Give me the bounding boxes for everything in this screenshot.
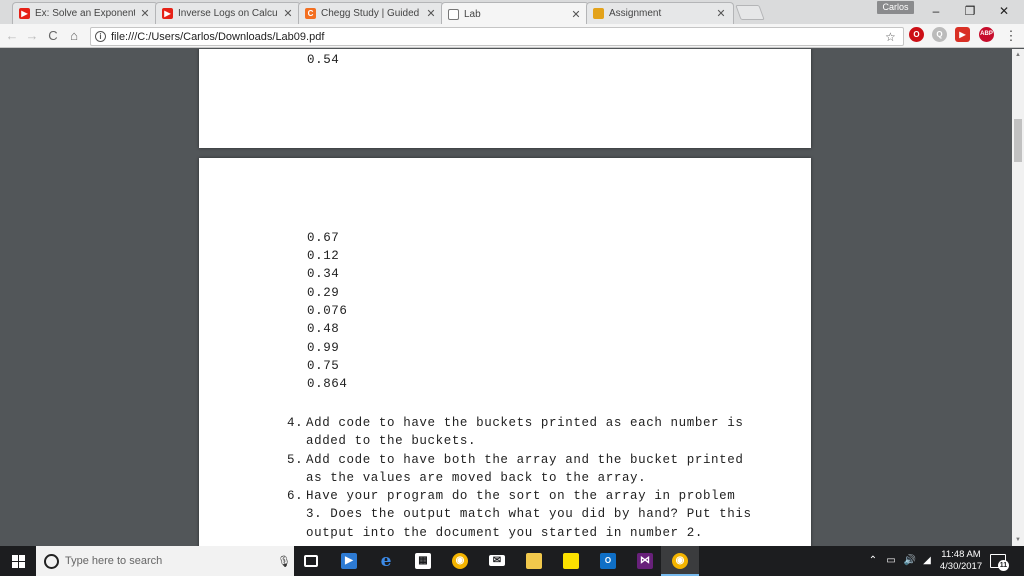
close-window-button[interactable]: ✕ (987, 0, 1021, 22)
item-text: Add code to have both the array and the … (306, 453, 744, 486)
data-value: 0.34 (307, 267, 340, 281)
address-bar[interactable]: i file:///C:/Users/Carlos/Downloads/Lab0… (90, 27, 904, 46)
data-value: 0.864 (307, 377, 348, 391)
scrollbar-thumb[interactable] (1014, 119, 1022, 162)
item-number: 4. (287, 416, 304, 430)
extension-play-icon[interactable]: ▶ (955, 27, 970, 42)
store-icon[interactable]: ▦ (415, 553, 431, 569)
minimize-button[interactable]: – (919, 0, 953, 22)
item-text: Have your program do the sort on the arr… (306, 489, 752, 540)
chegg-icon: C (305, 8, 316, 19)
system-clock[interactable]: 11:48 AM 4/30/2017 (936, 549, 986, 573)
home-button[interactable]: ⌂ (66, 27, 82, 45)
data-value: 0.12 (307, 249, 340, 263)
document-icon (448, 8, 459, 20)
microphone-icon[interactable]: 🎙 (274, 555, 294, 568)
close-tab-icon[interactable]: ✕ (570, 8, 582, 21)
data-value: 0.54 (307, 53, 340, 67)
data-value: 0.67 (307, 231, 340, 245)
task-view-icon[interactable] (304, 555, 318, 567)
tab-title: Inverse Logs on Calculat (178, 8, 278, 19)
data-value: 0.48 (307, 322, 340, 336)
reload-button[interactable]: C (45, 27, 61, 45)
scroll-down-arrow-icon[interactable]: ▼ (1012, 534, 1024, 546)
back-button[interactable]: ← (4, 27, 20, 45)
tab-strip: ▶ Ex: Solve an Exponential ✕ ▶ Inverse L… (0, 0, 1024, 25)
tab-4[interactable]: Assignment ✕ (586, 2, 734, 24)
close-tab-icon[interactable]: ✕ (715, 7, 727, 20)
forward-button[interactable]: → (24, 27, 40, 45)
youtube-icon: ▶ (162, 8, 173, 19)
search-placeholder: Type here to search (65, 555, 163, 567)
sticky-notes-icon[interactable] (563, 553, 579, 569)
scroll-up-arrow-icon[interactable]: ▲ (1012, 49, 1024, 61)
restore-button[interactable]: ❐ (953, 0, 987, 22)
tablet-mode-icon[interactable]: ▭ (883, 546, 899, 576)
extension-q-icon[interactable]: Q (932, 27, 947, 42)
chrome-icon[interactable]: ◉ (452, 553, 468, 569)
item-number: 5. (287, 453, 304, 467)
tab-title: Assignment (609, 8, 662, 19)
browser-toolbar: ← → C ⌂ i file:///C:/Users/Carlos/Downlo… (0, 24, 1024, 48)
outlook-icon[interactable]: O (600, 553, 616, 569)
adblock-plus-icon[interactable]: ABP (979, 27, 994, 42)
media-player-icon[interactable]: ▶ (341, 553, 357, 569)
tab-title: Ex: Solve an Exponential (35, 8, 135, 19)
clock-date: 4/30/2017 (939, 561, 983, 572)
file-explorer-icon[interactable] (526, 553, 542, 569)
cortana-icon (44, 553, 59, 569)
youtube-icon: ▶ (19, 8, 30, 19)
data-value: 0.076 (307, 304, 348, 318)
pdf-page: 0.67 0.12 0.34 0.29 0.076 0.48 0.99 0.75… (199, 158, 811, 546)
notification-count-badge: 11 (998, 560, 1009, 571)
wifi-icon[interactable]: ◢ (920, 546, 934, 576)
tab-3[interactable]: Lab ✕ (441, 2, 589, 25)
show-hidden-icons-icon[interactable]: ⌃ (866, 546, 880, 576)
info-icon[interactable]: i (95, 31, 106, 42)
opera-icon[interactable]: O (909, 27, 924, 42)
instruction-item: 5. Add code to have both the array and t… (287, 451, 757, 488)
tab-title: Lab (464, 8, 481, 20)
visual-studio-icon[interactable]: ⋈ (637, 553, 653, 569)
close-tab-icon[interactable]: ✕ (425, 7, 437, 20)
start-button[interactable] (0, 546, 36, 576)
tab-title: Chegg Study | Guided So (321, 8, 421, 19)
taskbar-search-box[interactable]: Type here to search 🎙 (36, 546, 294, 576)
volume-icon[interactable]: 🔊 (902, 546, 918, 576)
new-tab-button[interactable] (735, 5, 765, 20)
pdf-page: 0.54 (199, 49, 811, 148)
profile-button[interactable]: Carlos (877, 1, 914, 14)
close-tab-icon[interactable]: ✕ (282, 7, 294, 20)
item-number: 6. (287, 489, 304, 503)
edge-icon[interactable]: e (378, 553, 394, 570)
action-center-icon[interactable]: 11 (990, 554, 1009, 571)
item-text: Add code to have the buckets printed as … (306, 416, 744, 449)
instruction-item: 4. Add code to have the buckets printed … (287, 414, 757, 451)
clock-time: 11:48 AM (941, 549, 981, 560)
vertical-scrollbar[interactable]: ▲ ▼ (1012, 49, 1024, 546)
data-value: 0.99 (307, 341, 340, 355)
chrome-menu-button[interactable]: ⋮ (1003, 27, 1019, 45)
data-value: 0.75 (307, 359, 340, 373)
mail-icon[interactable]: ✉ (489, 555, 505, 566)
windows-taskbar: Type here to search 🎙 ▶ e ▦ ◉ ✉ O ⋈ ◉ ⌃ … (0, 546, 1024, 576)
close-tab-icon[interactable]: ✕ (139, 7, 151, 20)
url-text[interactable]: file:///C:/Users/Carlos/Downloads/Lab09.… (111, 31, 885, 43)
windows-logo-icon (11, 554, 25, 568)
pdf-viewer: 0.54 0.67 0.12 0.34 0.29 0.076 0.48 0.99… (0, 49, 1012, 546)
tab-2[interactable]: C Chegg Study | Guided So ✕ (298, 2, 444, 24)
tab-0[interactable]: ▶ Ex: Solve an Exponential ✕ (12, 2, 158, 24)
tab-1[interactable]: ▶ Inverse Logs on Calculat ✕ (155, 2, 301, 24)
assignment-icon (593, 8, 604, 19)
bookmark-star-icon[interactable]: ☆ (885, 30, 899, 44)
data-value: 0.29 (307, 286, 340, 300)
chrome-active-icon[interactable]: ◉ (672, 553, 688, 569)
instruction-item: 6. Have your program do the sort on the … (287, 487, 757, 542)
